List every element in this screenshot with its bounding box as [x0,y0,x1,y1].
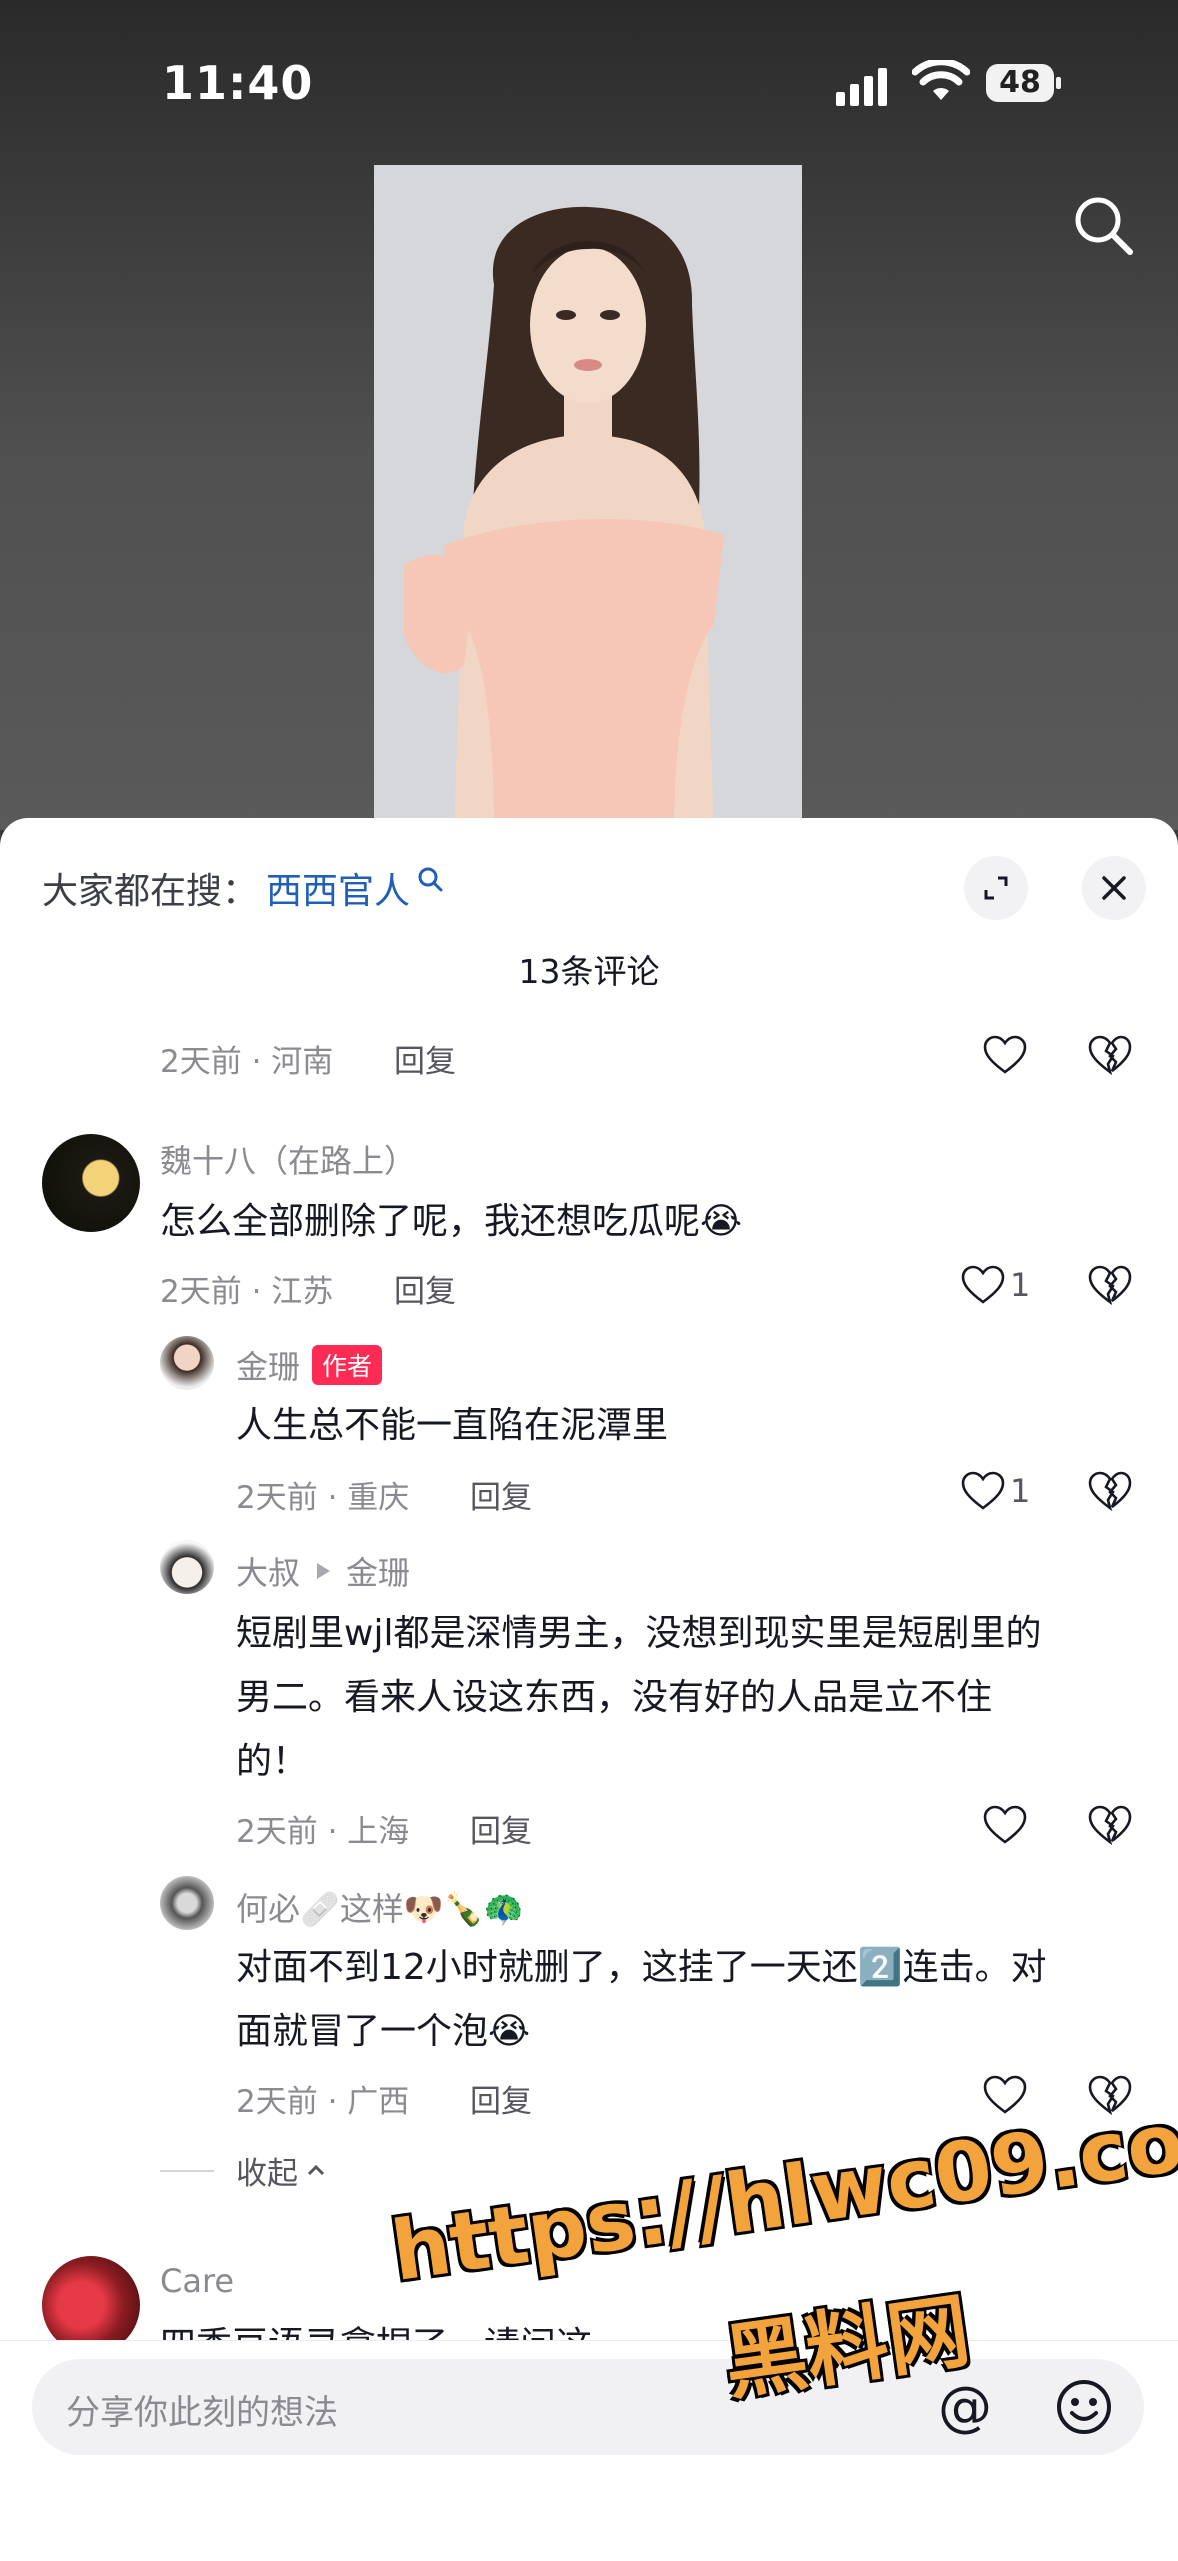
avatar[interactable] [42,1134,140,1232]
comment-text: 人生总不能一直陷在泥潭里 [236,1405,669,1446]
emoji-icon[interactable] [1054,2377,1114,2437]
commenter-name-row: 大叔 金珊 [236,1548,410,1594]
chevron-up-icon [307,2164,325,2175]
status-bar: 11:40 48 [0,0,1178,170]
reply-button[interactable]: 回复 [394,1036,456,1081]
dislike-icon[interactable] [1087,1804,1133,1846]
collapse-divider [160,2170,214,2172]
comment-count-title: 13条评论 [518,952,660,991]
reply-button[interactable]: 回复 [470,1806,532,1851]
commenter-name[interactable]: 金珊 [236,1348,300,1386]
like-heart-icon[interactable] [960,1470,1006,1512]
comment-text: 怎么全部删除了呢，我还想吃瓜呢😭 [160,1201,743,1242]
reply-button[interactable]: 回复 [394,1266,456,1311]
collapse-label: 收起 [236,2156,298,2192]
comment-input-bar: 分享你此刻的想法 @ [0,2340,1178,2561]
commenter-name-row: 金珊 作者 [236,1342,383,1388]
comment-meta: 2天前 · 重庆 [236,1480,410,1516]
like-heart-icon[interactable] [960,1264,1006,1306]
comment-meta: 2天前 · 河南 [160,1044,334,1080]
close-button[interactable] [1082,856,1146,920]
like-heart-icon[interactable] [982,2074,1028,2116]
comment-meta: 2天前 · 上海 [236,1814,410,1850]
comment-text-line: 面就冒了一个泡😭 [236,2011,531,2052]
status-time: 11:40 [162,56,314,110]
reply-button[interactable]: 回复 [470,2076,532,2121]
reply-button[interactable]: 回复 [470,1472,532,1517]
dislike-icon[interactable] [1087,1470,1133,1512]
comment-text-line: 的！ [236,1741,309,1782]
reply-target-name[interactable]: 金珊 [346,1548,410,1594]
video-thumbnail[interactable] [374,165,802,835]
dislike-icon[interactable] [1087,2074,1133,2116]
avatar[interactable] [160,1336,214,1390]
comment-meta: 2天前 · 广西 [236,2084,410,2120]
close-icon [1102,876,1126,900]
like-count: 1 [1010,1472,1031,1510]
avatar[interactable] [160,1540,214,1594]
trending-search-row[interactable]: 大家都在搜： 西西官人 [42,860,444,916]
avatar[interactable] [160,1876,214,1930]
comment-text-line: 短剧里wjl都是深情男主，没想到现实里是短剧里的 [236,1613,1042,1654]
comment-input-placeholder: 分享你此刻的想法 [66,2393,338,2433]
battery-icon: 48 [986,64,1064,104]
dislike-icon[interactable] [1087,1034,1133,1076]
comment-text: 四季豆语录拿捏了，请问这... [160,2314,626,2340]
comment-meta: 2天前 · 江苏 [160,1274,334,1310]
author-badge: 作者 [312,1345,383,1385]
search-small-icon [418,867,443,892]
commenter-name[interactable]: Care [160,2262,234,2300]
commenter-name[interactable]: 何必🩹这样🐶🍾🦚 [236,1884,523,1930]
comment-text-line: 对面不到12小时就删了，这挂了一天还2️⃣连击。对 [236,1947,1047,1988]
reply-arrow-icon [317,1563,331,1579]
battery-level: 48 [986,64,1054,102]
commenter-name[interactable]: 魏十八（在路上） [160,1136,416,1182]
trending-search-keyword[interactable]: 西西官人 [266,862,410,914]
comment-input[interactable]: 分享你此刻的想法 @ [32,2359,1144,2455]
commenter-name[interactable]: 大叔 [236,1548,300,1594]
cellular-signal-icon [836,68,887,106]
comment-text-line: 男二。看来人设这东西，没有好的人品是立不住 [236,1677,993,1718]
like-count: 1 [1010,1266,1031,1304]
like-heart-icon[interactable] [982,1034,1028,1076]
like-heart-icon[interactable] [982,1804,1028,1846]
mention-at-icon[interactable]: @ [938,2375,992,2438]
expand-button[interactable] [964,856,1028,920]
search-icon[interactable] [1070,192,1136,258]
expand-icon [984,876,1008,900]
collapse-replies-button[interactable]: 收起 [236,2148,328,2193]
trending-search-prefix: 大家都在搜： [42,871,259,912]
dislike-icon[interactable] [1087,1264,1133,1306]
wifi-icon [912,60,970,100]
